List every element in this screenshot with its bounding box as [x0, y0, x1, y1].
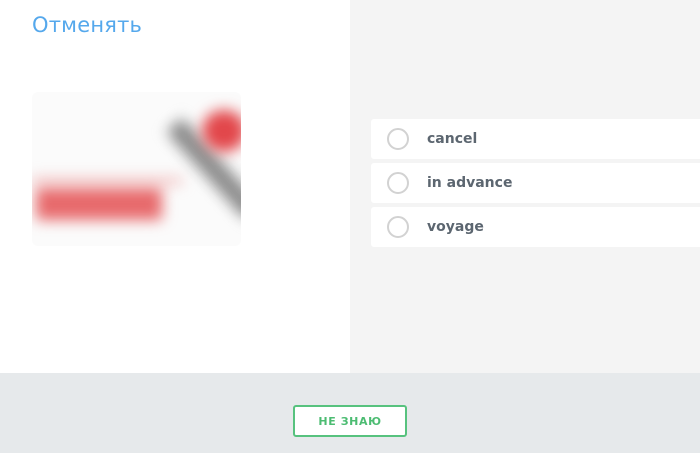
- answer-option[interactable]: voyage: [371, 207, 700, 247]
- radio-button[interactable]: [387, 128, 409, 150]
- image-red-strip: [32, 178, 182, 184]
- answer-option[interactable]: in advance: [371, 163, 700, 203]
- image-red-block: [36, 188, 162, 220]
- answer-label: cancel: [427, 131, 478, 147]
- question-panel: Отменять: [0, 0, 350, 373]
- radio-button[interactable]: [387, 216, 409, 238]
- answer-option[interactable]: cancel: [371, 119, 700, 159]
- answer-label: voyage: [427, 219, 484, 235]
- question-image: [32, 92, 241, 246]
- footer-bar: НЕ ЗНАЮ: [0, 373, 700, 453]
- question-word: Отменять: [32, 13, 143, 37]
- answer-label: in advance: [427, 175, 513, 191]
- radio-button[interactable]: [387, 172, 409, 194]
- image-red-tip: [202, 110, 241, 152]
- dont-know-button[interactable]: НЕ ЗНАЮ: [293, 405, 407, 437]
- answer-options: cancel in advance voyage: [371, 119, 700, 251]
